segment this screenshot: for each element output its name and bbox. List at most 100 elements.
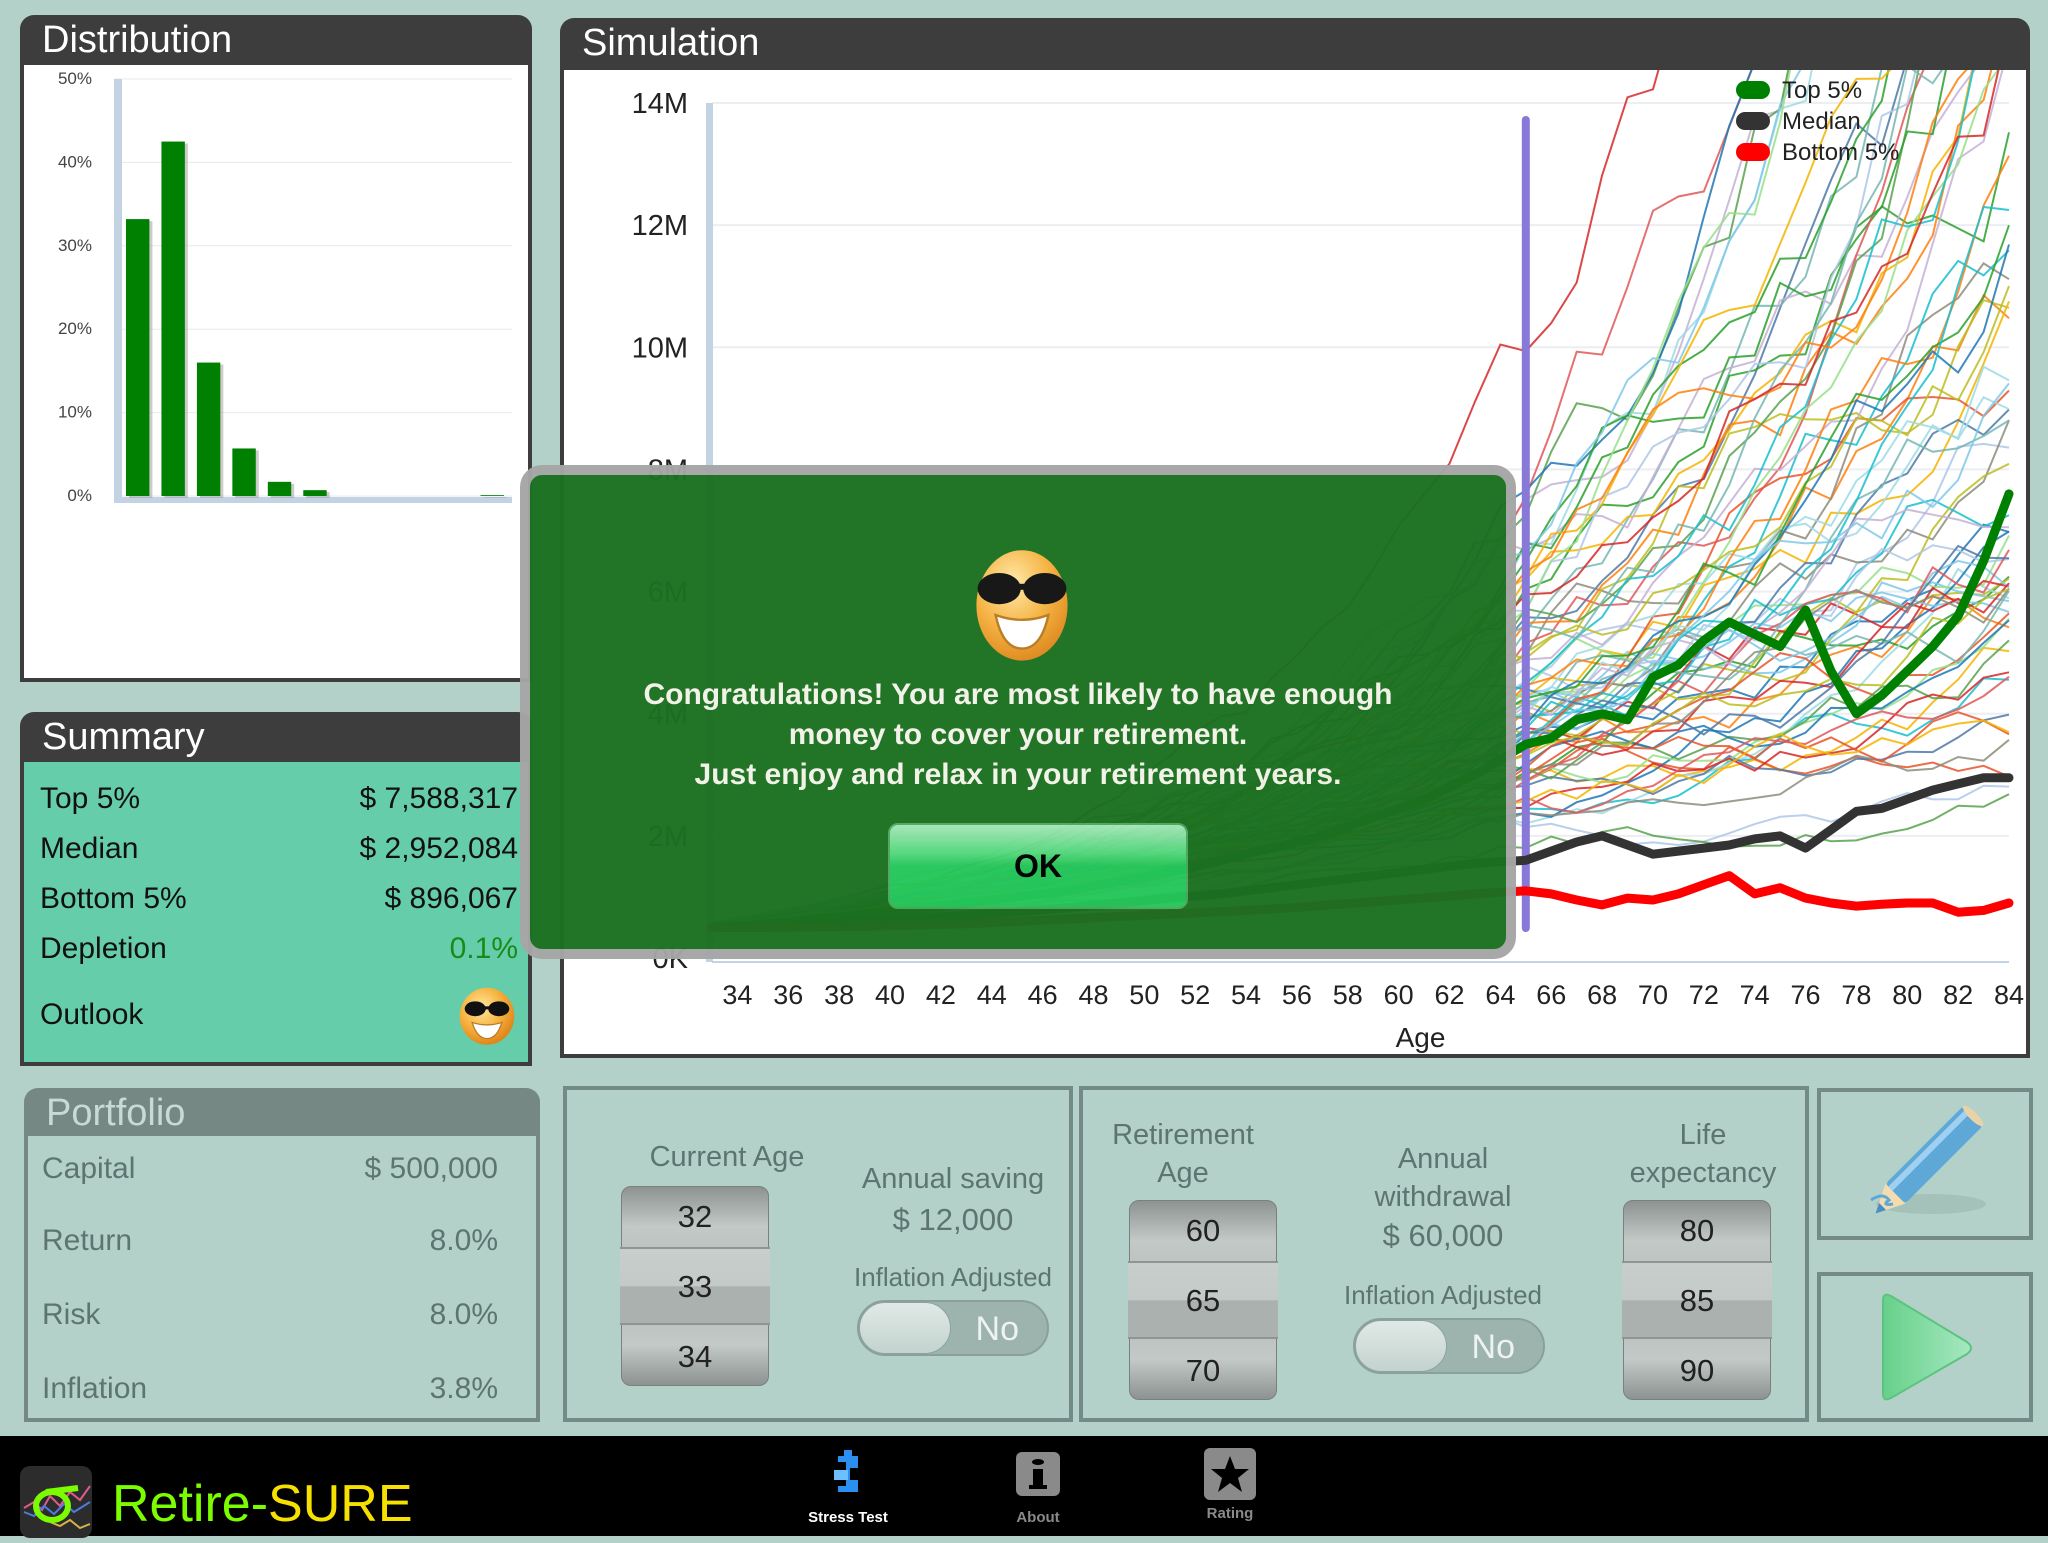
portfolio-label: Risk (42, 1298, 101, 1331)
distribution-title: Distribution (42, 19, 233, 61)
portfolio-value: 3.8% (429, 1372, 498, 1405)
summary-label: Bottom 5% (40, 882, 187, 915)
x-tick-label: 50 (1129, 980, 1159, 1010)
portfolio-value: 8.0% (429, 1298, 498, 1331)
current-age-label: Current Age (649, 1141, 805, 1173)
picker-option[interactable]: 70 (1130, 1353, 1276, 1389)
withdrawal-inflation-label: Inflation Adjusted (1343, 1280, 1543, 1310)
y-tick-label: 10M (632, 332, 688, 364)
x-tick-label: 74 (1740, 980, 1770, 1010)
picker-option[interactable]: 60 (1130, 1213, 1276, 1249)
simulation-header: Simulation (560, 18, 2030, 72)
toggle-knob (859, 1302, 951, 1354)
outlook-dialog: Congratulations! You are most likely to … (520, 465, 1516, 959)
x-tick-label: 48 (1078, 980, 1108, 1010)
sigma-logo-icon (23, 1485, 91, 1530)
run-simulation-button[interactable] (1817, 1272, 2033, 1422)
distribution-svg: 0% 10% 20% 30% 40% 50% (58, 69, 512, 505)
life-expectancy-label: Life expectancy (1629, 1119, 1777, 1189)
portfolio-value: $ 500,000 (364, 1152, 498, 1185)
bar (161, 141, 185, 497)
x-tick-label: 66 (1536, 980, 1566, 1010)
picker-option[interactable]: 80 (1624, 1213, 1770, 1249)
x-tick-label: 46 (1028, 980, 1058, 1010)
picker-option-selected[interactable]: 65 (1130, 1283, 1276, 1319)
portfolio-label: Return (42, 1224, 133, 1257)
tab-stress-test[interactable]: Stress Test (788, 1448, 908, 1526)
x-tick-label: 68 (1587, 980, 1617, 1010)
picker-option[interactable]: 34 (622, 1339, 768, 1375)
x-tick-label: 40 (875, 980, 905, 1010)
x-tick-label: 58 (1333, 980, 1363, 1010)
annual-withdrawal-value[interactable]: $ 60,000 (1283, 1218, 1603, 1254)
y-tick-label: 30% (58, 236, 92, 255)
x-tick-label: 82 (1943, 980, 1973, 1010)
bar (303, 490, 327, 496)
portfolio-panel[interactable]: Capital $ 500,000 Return 8.0% Risk 8.0% … (24, 1136, 540, 1422)
x-tick-label: 60 (1384, 980, 1414, 1010)
ok-button[interactable]: OK (888, 823, 1188, 909)
bar (196, 362, 221, 496)
x-tick-label: 62 (1434, 980, 1464, 1010)
pencil-icon (1870, 1105, 1986, 1214)
summary-label: Top 5% (40, 782, 141, 815)
distribution-header: Distribution (20, 15, 532, 67)
x-axis-label: Age (1396, 1022, 1446, 1053)
x-tick-label: 70 (1638, 980, 1668, 1010)
clamp-icon (834, 1450, 858, 1492)
withdrawal-inflation-toggle[interactable]: No (1353, 1318, 1545, 1374)
play-icon (1882, 1293, 1972, 1401)
annual-saving-label: Annual saving (861, 1163, 1045, 1195)
summary-header: Summary (20, 712, 532, 764)
picker-option[interactable]: 90 (1624, 1353, 1770, 1389)
life-expectancy-picker[interactable]: 80 85 90 (1622, 1200, 1772, 1400)
app-logo (20, 1466, 92, 1538)
legend-label: Top 5% (1782, 77, 1862, 104)
portfolio-header: Portfolio (24, 1088, 540, 1138)
cool-smiley-icon (976, 550, 1068, 661)
bar (267, 481, 292, 496)
tab-rating[interactable]: Rating (1170, 1448, 1290, 1522)
annual-saving-value[interactable]: $ 12,000 (837, 1202, 1069, 1238)
picker-option-selected[interactable]: 33 (622, 1269, 768, 1305)
current-age-picker[interactable]: 32 33 34 (620, 1186, 770, 1386)
picker-option-selected[interactable]: 85 (1624, 1283, 1770, 1319)
x-tick-label: 76 (1791, 980, 1821, 1010)
bar-shadow (483, 497, 507, 498)
x-tick-label: 38 (824, 980, 854, 1010)
legend-label: Median (1782, 108, 1861, 135)
cool-smiley-icon (459, 987, 515, 1045)
bar (232, 448, 256, 496)
x-tick-label: 42 (926, 980, 956, 1010)
picker-option[interactable]: 32 (622, 1199, 768, 1235)
y-tick-label: 40% (58, 152, 92, 171)
accumulation-controls: Current Age 32 33 34 Annual saving $ 12,… (563, 1086, 1073, 1422)
toggle-knob (1355, 1320, 1447, 1372)
tab-label: Stress Test (808, 1509, 888, 1526)
summary-label: Outlook (40, 998, 144, 1031)
y-tick-label: 50% (58, 69, 92, 88)
app-name-part1: Retire- (112, 1475, 269, 1533)
simulation-title: Simulation (582, 22, 760, 64)
x-tick-label: 52 (1180, 980, 1210, 1010)
star-icon (1204, 1448, 1256, 1500)
edit-button[interactable] (1817, 1088, 2033, 1240)
app-name-part2: SURE (268, 1475, 413, 1533)
tab-about[interactable]: About (978, 1448, 1098, 1526)
saving-inflation-toggle[interactable]: No (857, 1300, 1049, 1356)
portfolio-label: Capital (42, 1152, 136, 1185)
app-name: Retire-SURE (112, 1474, 413, 1534)
portfolio-title: Portfolio (46, 1092, 186, 1134)
depletion-value: 0.1% (449, 932, 518, 965)
tab-bar: Retire-SURE Stress Test About Rating (0, 1436, 2048, 1538)
toggle-state: No (975, 1310, 1019, 1348)
x-tick-label: 36 (773, 980, 803, 1010)
portfolio-label: Inflation (42, 1372, 148, 1405)
bar (126, 219, 150, 496)
y-tick-label: 20% (58, 319, 92, 338)
retirement-age-picker[interactable]: 60 65 70 (1128, 1200, 1278, 1400)
x-tick-label: 64 (1485, 980, 1515, 1010)
summary-label: Depletion (40, 932, 167, 965)
dialog-message: Congratulations! You are most likely to … (643, 678, 1393, 791)
legend-swatch (1736, 112, 1770, 130)
